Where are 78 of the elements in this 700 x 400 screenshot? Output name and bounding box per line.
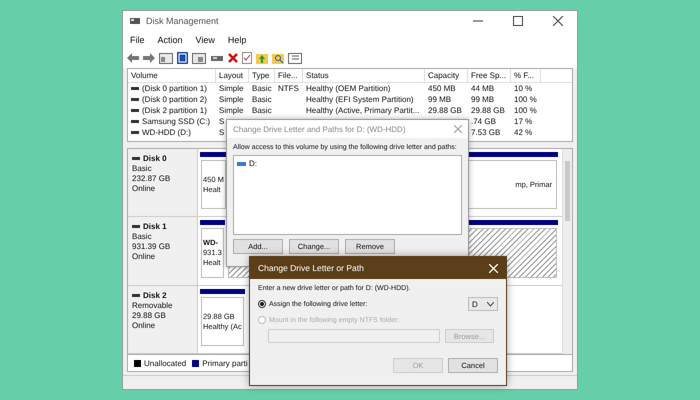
menu-item[interactable]: Help <box>228 34 246 44</box>
table-cell: 99 MB <box>428 95 452 104</box>
help-book-icon[interactable] <box>177 52 188 64</box>
table-cell: (Disk 0 partition 2) <box>142 95 207 104</box>
table-cell: 29.88 GB <box>471 106 505 115</box>
table-cell: 7.53 GB <box>471 128 500 137</box>
delete-icon[interactable] <box>228 53 238 63</box>
disk-name: Disk 2 <box>143 290 167 300</box>
table-cell: Samsung SSD (C:) <box>142 117 210 126</box>
column-header[interactable]: Type <box>249 69 275 82</box>
disk-size: 931.39 GB <box>132 242 172 252</box>
folder-search-icon[interactable] <box>272 52 284 64</box>
checklist-icon[interactable] <box>242 52 252 64</box>
disk-size: 29.88 GB <box>132 310 167 320</box>
column-header[interactable]: Layout <box>216 69 249 82</box>
disk-status: Online <box>132 252 156 262</box>
table-cell: Simple <box>219 84 244 93</box>
table-cell: .74 GB <box>471 117 496 126</box>
table-cell: Basic <box>252 106 272 115</box>
back-arrow-icon[interactable] <box>127 53 139 63</box>
table-cell: 29.88 GB <box>428 106 462 115</box>
disk-type: Removable <box>132 300 174 310</box>
table-cell: Simple <box>219 106 244 115</box>
disk-status: Online <box>132 320 156 330</box>
menu-item[interactable]: View <box>196 34 215 44</box>
table-cell: S <box>219 128 224 137</box>
legend-label: Primary parti <box>202 358 248 368</box>
table-cell: 99 MB <box>471 95 494 104</box>
table-cell: Basic <box>252 95 272 104</box>
table-cell: Basic <box>252 84 272 93</box>
column-header[interactable]: Volume <box>128 69 216 82</box>
dialog-title: Change Drive Letter and Paths for D: (WD-HDD) <box>233 124 406 134</box>
list-view-icon[interactable] <box>288 52 302 64</box>
column-header[interactable]: File... <box>275 69 303 82</box>
panel-icon[interactable] <box>159 52 173 64</box>
column-header[interactable]: % F... <box>511 69 541 82</box>
scrollbar[interactable] <box>562 149 572 354</box>
disk-status: Online <box>132 184 156 193</box>
table-cell: 450 MB <box>428 84 456 93</box>
legend-label: Unallocated <box>144 358 186 368</box>
column-header[interactable]: Free Sp... <box>468 69 511 82</box>
column-header[interactable]: Status <box>303 69 425 82</box>
table-cell: Healthy (EFI System Partition) <box>306 95 414 104</box>
disk-name: Disk 1 <box>143 222 167 232</box>
close-icon[interactable] <box>553 16 563 26</box>
folder-up-icon[interactable] <box>256 52 268 64</box>
table-cell: 42 % <box>514 128 532 137</box>
table-cell: (Disk 0 partition 1) <box>142 84 207 93</box>
disk-name: Disk 0 <box>143 154 167 163</box>
column-header[interactable]: Capacity <box>425 69 468 82</box>
forward-arrow-icon[interactable] <box>143 53 155 63</box>
dialog-title: Change Drive Letter or Path <box>258 263 364 273</box>
drive-letter-dropdown[interactable]: D <box>468 297 498 311</box>
disk-type: Basic <box>132 232 153 242</box>
menu-item[interactable]: File <box>130 34 145 44</box>
table-cell: S <box>219 117 224 126</box>
table-cell: Healthy (Active, Primary Partit... <box>306 106 420 115</box>
drive-icon[interactable] <box>210 53 224 63</box>
table-cell: 17 % <box>514 117 532 126</box>
table-cell: 100 % <box>514 95 537 104</box>
disk-size: 232.87 GB <box>132 174 172 183</box>
caret-icon <box>487 302 494 306</box>
disk-type: Basic <box>132 164 153 173</box>
maximize-icon[interactable] <box>513 16 523 26</box>
window-title: Disk Management <box>146 16 219 26</box>
table-cell: Healthy (OEM Partition) <box>306 84 390 93</box>
table-cell: NTFS <box>278 84 299 93</box>
panel-icon[interactable] <box>192 52 206 64</box>
table-cell: 100 % <box>514 106 537 115</box>
table-cell: (Disk 2 partition 1) <box>142 106 207 115</box>
drive-icon <box>237 162 246 166</box>
radio-button[interactable] <box>258 300 266 308</box>
table-cell: WD-HDD (D:) <box>142 128 191 137</box>
menu-item[interactable]: Action <box>158 34 183 44</box>
list-item[interactable]: D: <box>249 159 257 168</box>
table-cell: Simple <box>219 95 244 104</box>
table-cell: 10 % <box>514 84 532 93</box>
table-cell: 44 MB <box>471 84 494 93</box>
